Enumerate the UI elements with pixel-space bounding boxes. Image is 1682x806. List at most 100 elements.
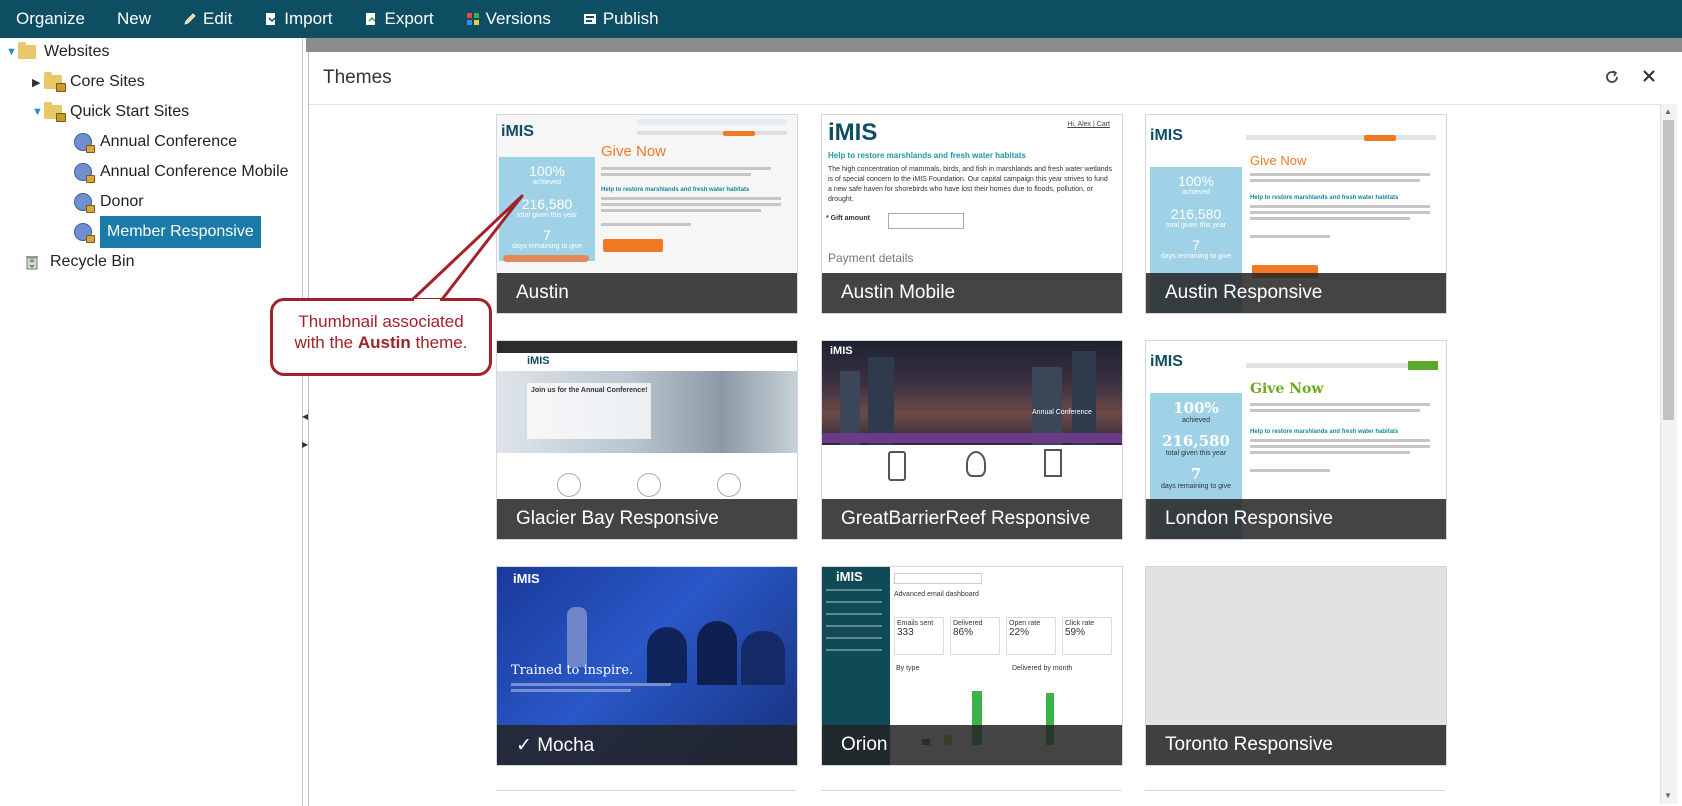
edit-button[interactable]: Edit (167, 0, 248, 38)
locked-site-icon (74, 133, 95, 153)
thumb-logo: iMIS (836, 569, 863, 584)
import-icon (266, 13, 276, 25)
thumb-click-rate-val: 59% (1065, 627, 1086, 638)
site-tree: ▼ Websites ▶ Core Sites ▼ Quick Start Si… (0, 38, 303, 806)
new-menu[interactable]: New (101, 0, 167, 38)
thumb-days: 7 (1192, 237, 1200, 253)
tree-node-member-responsive[interactable]: Member Responsive (74, 216, 261, 248)
close-icon[interactable] (1639, 66, 1659, 86)
theme-name: ✓ Mocha (497, 725, 797, 765)
callout-line2-bold: Austin (357, 333, 411, 352)
theme-name: Austin Mobile (822, 273, 1122, 313)
thumb-delivered-val: 86% (953, 627, 974, 638)
thumb-payment: Payment details (828, 251, 914, 265)
thumb-pct: 100% (1173, 399, 1219, 417)
callout-line2-pre: with the (294, 333, 354, 352)
theme-card-glacier-bay[interactable]: iMIS Join us for the Annual Conference! … (496, 340, 798, 540)
pencil-icon (184, 13, 196, 25)
thumb-annual-conf: Annual Conference (1032, 409, 1092, 416)
theme-card-orion[interactable]: iMIS Advanced email dashboard Emails sen… (821, 566, 1123, 766)
dialog-header: Themes (309, 52, 1677, 105)
tree-node-quick-start-sites[interactable]: ▼ Quick Start Sites (32, 98, 189, 126)
thumb-pct: 100% (529, 163, 565, 179)
dialog-title: Themes (323, 67, 392, 88)
theme-card-mocha[interactable]: iMIS Trained to inspire. ✓ Mocha (496, 566, 798, 766)
import-button[interactable]: Import (248, 0, 348, 38)
tree-node-annual-conference-mobile[interactable]: Annual Conference Mobile (74, 158, 289, 186)
thumb-amount: 216,580 (1170, 206, 1222, 222)
scroll-down-icon[interactable]: ▼ (1664, 791, 1672, 800)
tree-label: Annual Conference (100, 133, 237, 150)
thumb-logo: iMIS (501, 123, 534, 140)
publish-label: Publish (602, 9, 659, 28)
locked-site-icon (74, 163, 95, 183)
thumb-delivered: Delivered (953, 620, 983, 627)
organize-label: Organize (16, 9, 85, 28)
organize-menu[interactable]: Organize (0, 0, 101, 38)
theme-card-austin-mobile[interactable]: iMIS Hi, Alex | Cart Help to restore mar… (821, 114, 1123, 314)
theme-card-toronto-responsive[interactable]: Toronto Responsive (1145, 566, 1447, 766)
next-row-divider (821, 790, 1121, 791)
thumb-logo: iMIS (1150, 127, 1183, 144)
thumb-total: total given this year (516, 212, 578, 219)
thumb-give-now: Give Now (601, 143, 667, 160)
thumb-days: 7 (543, 227, 551, 243)
versions-button[interactable]: Versions (450, 0, 567, 38)
tree-label-websites: Websites (44, 43, 110, 60)
themes-dialog: Themes iMIS 100% achieved 216,580 total … (308, 52, 1677, 806)
theme-card-austin[interactable]: iMIS 100% achieved 216,580 total given t… (496, 114, 798, 314)
thumb-pct: 100% (1178, 173, 1214, 189)
tree-node-annual-conference[interactable]: Annual Conference (74, 128, 237, 156)
tree-node-core-sites[interactable]: ▶ Core Sites (32, 68, 145, 96)
export-button[interactable]: Export (348, 0, 449, 38)
locked-site-icon (74, 193, 95, 213)
thumb-email-dash: Advanced email dashboard (894, 591, 979, 598)
thumb-days-remaining: days remaining to give (1160, 253, 1232, 260)
export-label: Export (384, 9, 434, 28)
theme-card-austin-responsive[interactable]: iMIS 100% achieved 216,580 total given t… (1145, 114, 1447, 314)
thumb-amount: 216,580 (1162, 432, 1230, 450)
versions-label: Versions (485, 9, 551, 28)
theme-name: Austin Responsive (1146, 273, 1446, 313)
publish-button[interactable]: Publish (567, 0, 675, 38)
tree-node-websites[interactable]: ▼ Websites (6, 38, 110, 66)
expand-arrow-icon[interactable]: ▼ (6, 46, 18, 58)
new-label: New (116, 9, 151, 28)
callout-line1: Thumbnail associated (298, 312, 464, 331)
next-row-divider (1145, 790, 1445, 791)
thumb-achieved: achieved (1181, 189, 1211, 196)
refresh-icon[interactable] (1603, 68, 1621, 86)
scroll-thumb[interactable] (1663, 120, 1674, 420)
thumb-total: total given this year (1165, 222, 1227, 229)
theme-card-greatbarrierreef[interactable]: iMIS Annual Conference GreatBarrierReef … (821, 340, 1123, 540)
thumb-help: Help to restore marshlands and fresh wat… (1250, 429, 1399, 435)
scroll-up-icon[interactable]: ▲ (1664, 107, 1672, 116)
thumb-emails-sent-val: 333 (897, 627, 914, 638)
theme-name: Toronto Responsive (1146, 725, 1446, 765)
locked-folder-icon (44, 72, 66, 92)
thumb-give-now: Give Now (1250, 153, 1307, 168)
tree-label-quick-start-sites: Quick Start Sites (70, 103, 190, 120)
thumb-days-remaining: days remaining to give (1160, 483, 1232, 490)
thumb-amount: 216,580 (521, 196, 573, 212)
thumb-logo: iMIS (830, 345, 853, 357)
tree-node-recycle-bin[interactable]: Recycle Bin (24, 248, 134, 276)
theme-card-london-responsive[interactable]: iMIS 100% achieved 216,580 total given t… (1145, 340, 1447, 540)
export-icon (366, 13, 377, 25)
thumb-logo: iMIS (1150, 353, 1183, 370)
thumb-logo: iMIS (527, 355, 550, 367)
collapse-arrow-icon[interactable]: ▶ (32, 76, 44, 89)
thumb-achieved: achieved (532, 179, 562, 186)
folder-icon (18, 42, 36, 59)
tree-node-donor[interactable]: Donor (74, 188, 144, 216)
theme-name: Glacier Bay Responsive (497, 499, 797, 539)
import-label: Import (284, 9, 333, 28)
theme-name: London Responsive (1146, 499, 1446, 539)
expand-arrow-icon[interactable]: ▼ (32, 106, 44, 118)
theme-name: GreatBarrierReef Responsive (822, 499, 1122, 539)
top-toolbar: Organize New Edit Import Export Versions… (0, 0, 1682, 38)
tree-label: Annual Conference Mobile (100, 163, 289, 180)
versions-icon (466, 13, 479, 25)
thumb-emails-sent: Emails sent (897, 620, 934, 627)
dialog-scrollbar[interactable]: ▲ ▼ (1660, 104, 1677, 804)
